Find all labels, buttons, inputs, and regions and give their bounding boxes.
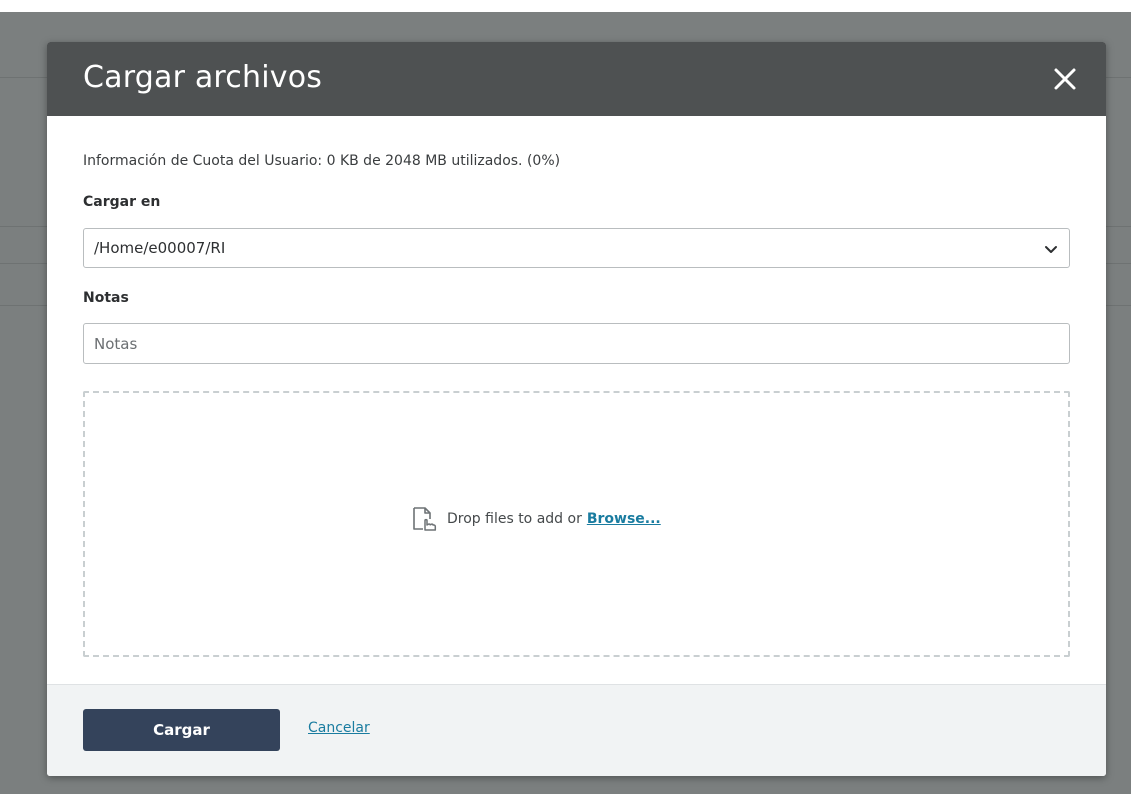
user-quota-info: Información de Cuota del Usuario: 0 KB d… <box>83 153 561 169</box>
upload-files-dialog: Cargar archivos Información de Cuota del… <box>47 42 1106 776</box>
file-drop-zone[interactable]: Drop files to add or Browse... <box>83 391 1070 657</box>
drop-zone-text: Drop files to add or <box>447 511 582 527</box>
close-icon <box>1054 68 1076 90</box>
close-button[interactable] <box>1048 62 1082 96</box>
cancel-link[interactable]: Cancelar <box>308 720 370 736</box>
notes-label: Notas <box>83 290 129 306</box>
drop-zone-content: Drop files to add or Browse... <box>410 505 661 533</box>
upload-folder-value: /Home/e00007/RI <box>94 239 226 257</box>
dialog-footer: Cargar Cancelar <box>47 684 1106 776</box>
upload-folder-select[interactable]: /Home/e00007/RI <box>83 228 1070 268</box>
chevron-down-icon <box>1045 246 1057 253</box>
page-top-band <box>0 0 1131 12</box>
notes-input[interactable] <box>83 323 1070 364</box>
dialog-header: Cargar archivos <box>47 42 1106 116</box>
browse-link[interactable]: Browse... <box>587 511 661 527</box>
file-drop-icon <box>413 507 437 531</box>
dialog-title: Cargar archivos <box>83 60 323 95</box>
upload-button[interactable]: Cargar <box>83 709 280 751</box>
upload-to-label: Cargar en <box>83 194 161 210</box>
